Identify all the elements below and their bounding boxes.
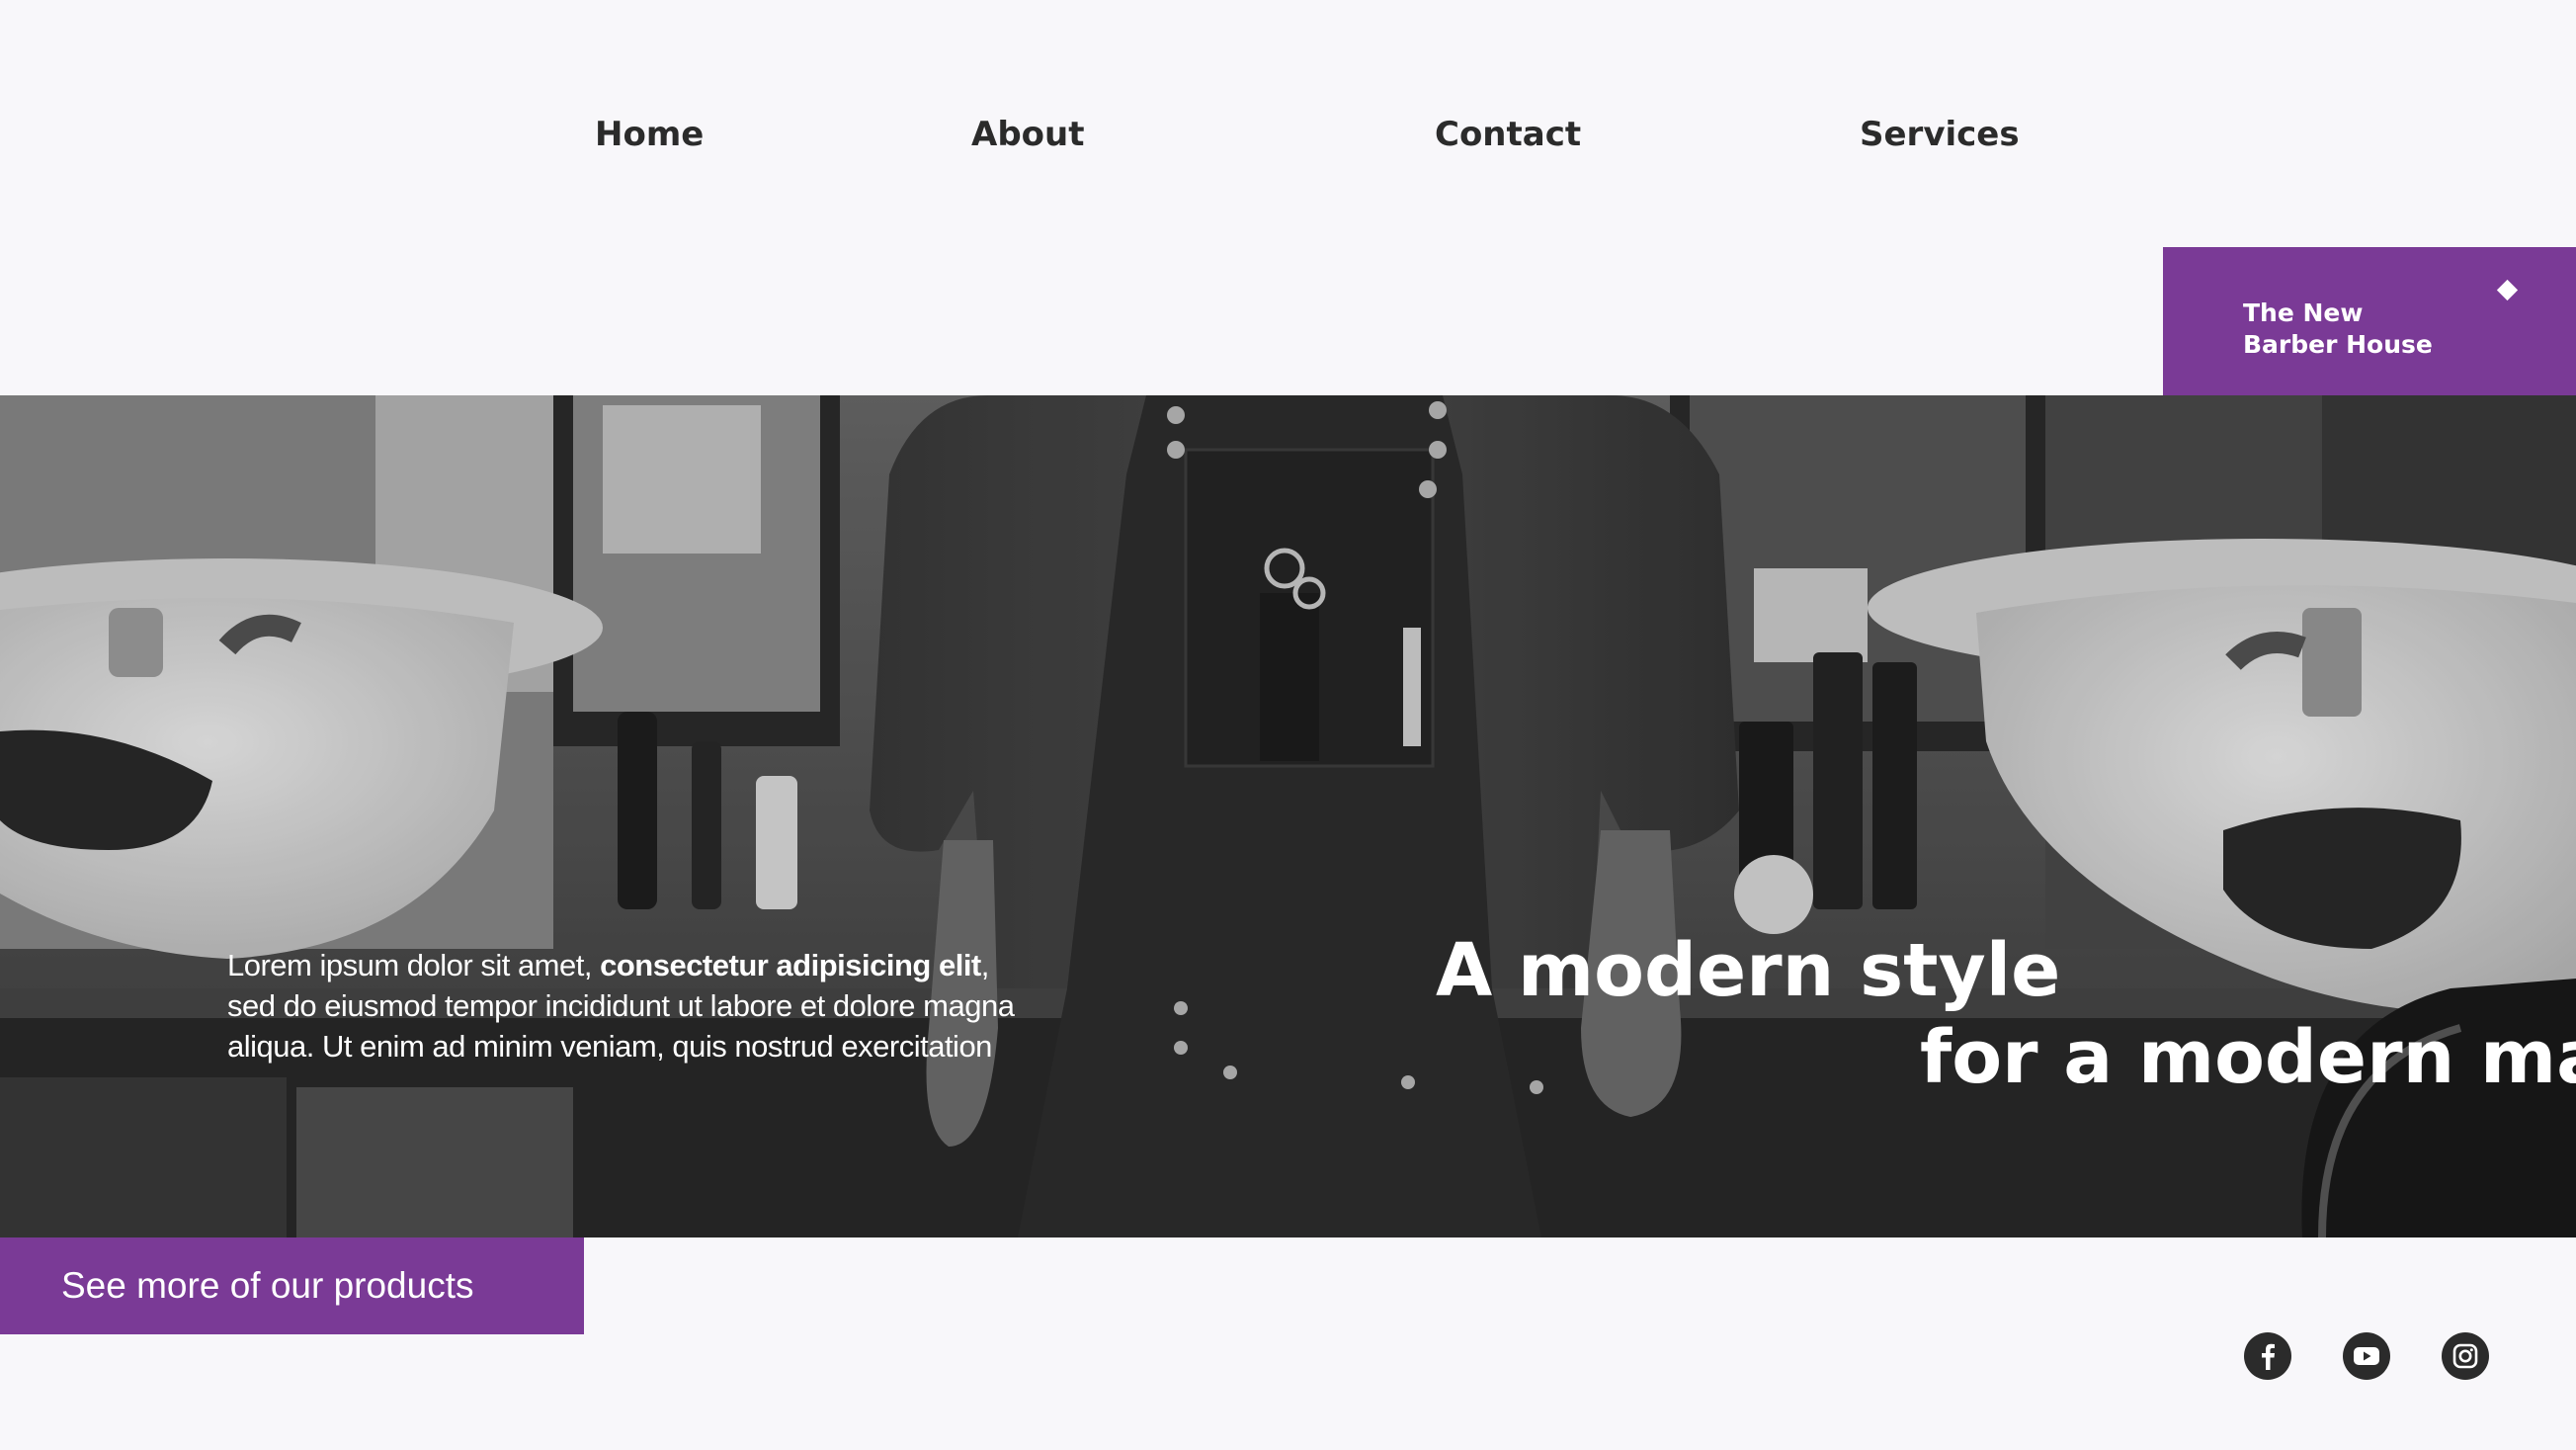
hero-description-bold: consectetur adipisicing elit bbox=[600, 948, 981, 982]
youtube-icon[interactable] bbox=[2343, 1332, 2390, 1380]
page: Home About Contact Services The New Barb… bbox=[0, 0, 2576, 1450]
headline-line-2: for a modern man bbox=[1920, 1015, 2576, 1100]
brand-line-2: Barber House bbox=[2243, 330, 2433, 359]
see-more-products-button[interactable]: See more of our products bbox=[0, 1237, 584, 1334]
nav-services[interactable]: Services bbox=[1860, 111, 2020, 158]
nav-home[interactable]: Home bbox=[595, 111, 704, 158]
hero-image bbox=[0, 395, 2576, 1237]
hero-description: Lorem ipsum dolor sit amet, consectetur … bbox=[227, 945, 1038, 1066]
headline-line-1: A modern style bbox=[1436, 928, 2061, 1013]
brand-line-1: The New bbox=[2243, 299, 2364, 327]
nav-contact[interactable]: Contact bbox=[1435, 111, 1581, 158]
nav-about[interactable]: About bbox=[971, 111, 1084, 158]
instagram-icon[interactable] bbox=[2442, 1332, 2489, 1380]
brand-box: The New Barber House bbox=[2163, 247, 2576, 395]
hero-description-start: Lorem ipsum dolor sit amet, bbox=[227, 948, 601, 982]
barbershop-photo bbox=[0, 395, 2576, 1237]
facebook-icon[interactable] bbox=[2244, 1332, 2291, 1380]
